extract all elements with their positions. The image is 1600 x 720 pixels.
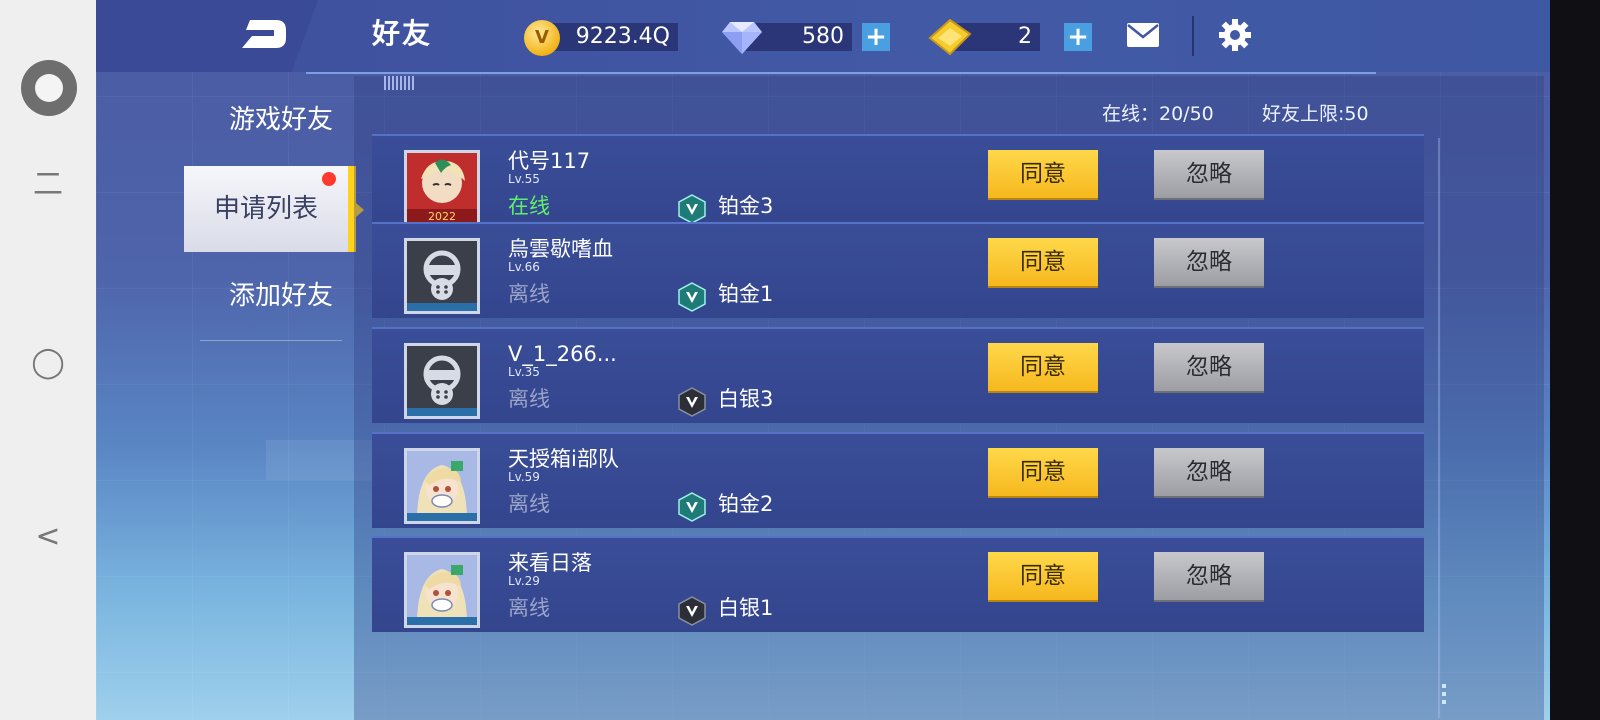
request-row: 2022 代号117 Lv.55 在线 铂金3 同意 忽略 — [372, 134, 1424, 230]
ignore-button[interactable]: 忽略 — [1154, 552, 1264, 600]
player-level: Lv.55 — [508, 172, 540, 186]
game-screen: 好友 9223.4Q V 580 + 2 + 游戏好友 申请列表 添加好友 在线… — [96, 0, 1550, 720]
agree-button[interactable]: 同意 — [988, 238, 1098, 286]
player-rank: 铂金2 — [718, 492, 774, 516]
agree-button[interactable]: 同意 — [988, 552, 1098, 600]
player-level: Lv.59 — [508, 470, 540, 484]
record-icon[interactable] — [21, 60, 77, 116]
online-count: 在线：20/50 — [1102, 103, 1214, 125]
ignore-button[interactable]: 忽略 — [1154, 448, 1264, 496]
agree-button[interactable]: 同意 — [988, 150, 1098, 198]
player-level: Lv.35 — [508, 365, 540, 379]
add-diamond-button[interactable]: + — [862, 23, 890, 51]
page-title: 好友 — [372, 17, 433, 50]
request-row: 来看日落 Lv.29 离线 白银1 同意 忽略 — [372, 536, 1424, 632]
panel-deco-barcode — [384, 76, 414, 90]
player-status: 离线 — [508, 492, 550, 516]
player-rank: 铂金3 — [718, 194, 774, 218]
friend-capacity: 好友上限:50 — [1262, 103, 1369, 125]
avatar[interactable]: 2022 — [404, 150, 480, 226]
rank-badge-icon — [678, 194, 706, 224]
top-bar-underline — [306, 72, 1376, 74]
ignore-button[interactable]: 忽略 — [1154, 343, 1264, 391]
back-arrow-icon — [242, 20, 286, 48]
player-name: 烏雲歇嗜血 — [508, 237, 613, 261]
gold-coin-icon: V — [524, 20, 560, 56]
player-rank: 白银1 — [718, 596, 774, 620]
tab-add-friend[interactable]: 添加好友 — [196, 270, 366, 322]
tab-game-friends[interactable]: 游戏好友 — [196, 94, 366, 146]
diamond-icon — [722, 22, 762, 54]
rank-badge-icon — [678, 596, 706, 626]
gold-amount: 9223.4Q — [542, 23, 678, 51]
ticket-icon — [928, 18, 972, 56]
player-name: V_1_266... — [508, 342, 617, 366]
request-row: 天授箱i部队 Lv.59 离线 铂金2 同意 忽略 — [372, 432, 1424, 528]
player-status: 离线 — [508, 282, 550, 306]
more-dots-icon — [1442, 684, 1446, 708]
add-ticket-button[interactable]: + — [1064, 23, 1092, 51]
player-name: 天授箱i部队 — [508, 447, 619, 471]
system-nav-bar: 二 ◯ < — [0, 0, 96, 720]
ignore-button[interactable]: 忽略 — [1154, 150, 1264, 198]
rank-badge-icon — [678, 492, 706, 522]
right-edge-bar — [1550, 0, 1600, 720]
request-row: 烏雲歇嗜血 Lv.66 离线 铂金1 同意 忽略 — [372, 222, 1424, 318]
avatar[interactable] — [404, 238, 480, 314]
agree-button[interactable]: 同意 — [988, 343, 1098, 391]
back-button[interactable] — [96, 0, 318, 72]
rank-badge-icon — [678, 282, 706, 312]
player-level: Lv.66 — [508, 260, 540, 274]
avatar[interactable] — [404, 552, 480, 628]
player-level: Lv.29 — [508, 574, 540, 588]
scrollbar[interactable] — [1438, 138, 1440, 718]
player-rank: 白银3 — [718, 387, 774, 411]
player-rank: 铂金1 — [718, 282, 774, 306]
notification-dot — [322, 172, 336, 186]
player-name: 代号117 — [508, 149, 591, 173]
mail-icon[interactable] — [1126, 22, 1160, 48]
request-row: V_1_266... Lv.35 离线 白银3 同意 忽略 — [372, 327, 1424, 423]
rank-badge-icon — [678, 387, 706, 417]
top-divider — [1192, 16, 1194, 56]
player-status: 离线 — [508, 596, 550, 620]
gear-icon[interactable] — [1218, 18, 1252, 52]
player-status: 离线 — [508, 387, 550, 411]
agree-button[interactable]: 同意 — [988, 448, 1098, 496]
player-status: 在线 — [508, 194, 550, 218]
ignore-button[interactable]: 忽略 — [1154, 238, 1264, 286]
avatar[interactable] — [404, 448, 480, 524]
avatar[interactable] — [404, 343, 480, 419]
back-icon[interactable]: < — [30, 522, 66, 552]
sidebar-separator — [200, 340, 342, 341]
home-icon[interactable]: ◯ — [30, 348, 66, 378]
player-name: 来看日落 — [508, 551, 592, 575]
recent-apps-icon[interactable]: 二 — [30, 170, 66, 200]
